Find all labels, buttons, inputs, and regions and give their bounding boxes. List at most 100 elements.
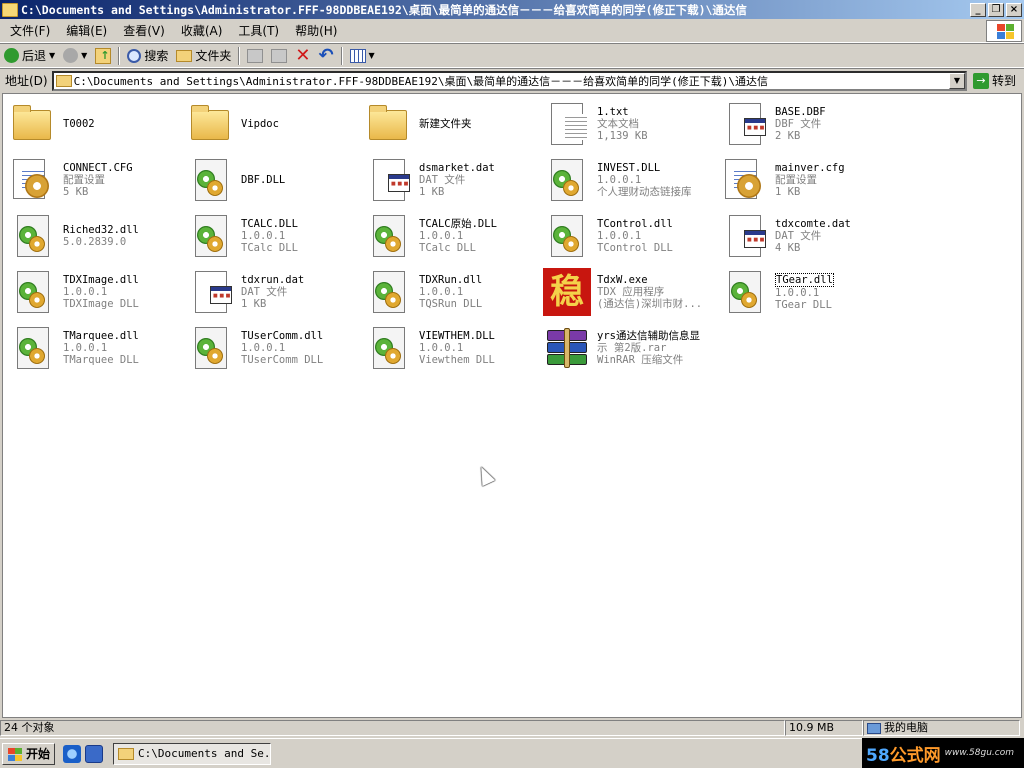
chevron-down-icon[interactable]: ▼ (369, 51, 375, 60)
file-item[interactable]: TCALC原始.DLL 1.0.0.1 TCalc DLL (365, 210, 540, 262)
menu-favorites[interactable]: 收藏(A) (173, 22, 231, 39)
file-list-view[interactable]: T0002 Vipdoc 新建文件夹 1.txt文本文档1,139 KB BASE.DB… (2, 93, 1022, 718)
chevron-down-icon[interactable]: ▼ (81, 51, 87, 60)
windows-logo-icon (986, 20, 1022, 42)
menu-edit[interactable]: 编辑(E) (58, 22, 115, 39)
file-item[interactable]: TGear.dll 1.0.0.1 TGear DLL (721, 266, 896, 318)
title-bar[interactable]: C:\Documents and Settings\Administrator.… (0, 0, 1024, 19)
folder-icon (2, 2, 18, 17)
address-label: 地址(D) (5, 74, 48, 88)
file-item[interactable]: mainver.cfg 配置设置 1 KB (721, 154, 896, 206)
file-name: CONNECT.CFG (63, 162, 133, 174)
back-button[interactable]: 后退 ▼ (0, 45, 59, 67)
views-button[interactable]: ▼ (346, 45, 379, 67)
file-item[interactable]: DBF.DLL (187, 154, 362, 206)
delete-button[interactable]: ✕ (291, 45, 314, 67)
file-detail-1: 1.0.0.1 (241, 230, 286, 242)
file-name: TMarquee.dll (63, 330, 139, 342)
back-label: 后退 (22, 49, 47, 63)
file-item[interactable]: 新建文件夹 (365, 98, 540, 150)
copy-to-icon (271, 48, 288, 63)
file-text: 新建文件夹 (419, 118, 472, 130)
file-icon-wrap (365, 324, 413, 372)
file-item[interactable]: yrs通达信辅助信息显示 第2版.rar WinRAR 压缩文件 (543, 322, 718, 374)
file-detail-1: 配置设置 (63, 174, 105, 186)
file-item[interactable]: 1.txt 文本文档 1,139 KB (543, 98, 718, 150)
start-button[interactable]: 开始 (2, 742, 56, 765)
file-item[interactable]: 稳 TdxW.exe TDX 应用程序 (通达信)深圳市财... (543, 266, 718, 318)
file-text: INVEST.DLL 1.0.0.1 个人理财动态链接库 (597, 162, 692, 198)
file-detail-1: DAT 文件 (241, 286, 288, 298)
status-object-count: 24 个对象 (0, 720, 785, 736)
file-item[interactable]: T0002 (9, 98, 184, 150)
taskbar-window-button[interactable]: C:\Documents and Se... (113, 742, 272, 765)
file-item[interactable]: BASE.DBFDBF 文件2 KB (721, 98, 896, 150)
file-icon-wrap (9, 156, 57, 204)
file-item[interactable]: CONNECT.CFG 配置设置 5 KB (9, 154, 184, 206)
folders-button[interactable]: 文件夹 (172, 45, 235, 67)
address-dropdown-button[interactable]: ▼ (948, 72, 965, 89)
address-input[interactable]: C:\Documents and Settings\Administrator.… (51, 70, 967, 91)
restore-button[interactable]: ❐ (988, 2, 1004, 17)
file-item[interactable]: Riched32.dll 5.0.2839.0 (9, 210, 184, 262)
address-value[interactable]: C:\Documents and Settings\Administrator.… (72, 73, 949, 89)
file-detail-1: 1.0.0.1 (63, 342, 108, 354)
file-item[interactable]: INVEST.DLL 1.0.0.1 个人理财动态链接库 (543, 154, 718, 206)
data-file-icon (373, 159, 410, 201)
menu-view[interactable]: 查看(V) (115, 22, 173, 39)
toolbar-separator (238, 46, 241, 65)
file-text: Riched32.dll 5.0.2839.0 (63, 224, 139, 248)
close-button[interactable]: × (1006, 2, 1022, 17)
file-detail-1: DAT 文件 (419, 174, 466, 186)
file-detail-2: TQSRun DLL (419, 298, 483, 310)
data-file-icon (729, 215, 766, 257)
winrar-archive-icon (547, 328, 587, 368)
watermark-text: 公式网 (889, 745, 941, 766)
minimize-button[interactable]: _ (970, 2, 986, 17)
file-detail-2: 个人理财动态链接库 (597, 186, 692, 198)
file-item[interactable]: TDXImage.dll 1.0.0.1 TDXImage DLL (9, 266, 184, 318)
file-detail-2: 1 KB (419, 186, 445, 198)
file-text: TDXImage.dll 1.0.0.1 TDXImage DLL (63, 274, 139, 310)
file-detail-2: WinRAR 压缩文件 (597, 354, 684, 366)
folder-icon (13, 105, 51, 140)
file-item[interactable]: TControl.dll 1.0.0.1 TControl DLL (543, 210, 718, 262)
file-detail-1: DBF 文件 (775, 118, 822, 130)
file-name: tdxcomte.dat (775, 218, 851, 230)
file-name: TCALC.DLL (241, 218, 298, 230)
file-item[interactable]: tdxrun.datDAT 文件1 KB (187, 266, 362, 318)
media-player-icon[interactable] (85, 744, 104, 763)
up-folder-button[interactable]: ↑ (91, 45, 115, 67)
menu-tools[interactable]: 工具(T) (230, 22, 287, 39)
file-item[interactable]: VIEWTHEM.DLL 1.0.0.1 Viewthem DLL (365, 322, 540, 374)
file-text: T0002 (63, 118, 95, 130)
file-item[interactable]: tdxcomte.datDAT 文件4 KB (721, 210, 896, 262)
file-item[interactable]: dsmarket.datDAT 文件1 KB (365, 154, 540, 206)
go-button[interactable]: → 转到 (971, 72, 1024, 89)
file-icon-wrap (721, 100, 769, 148)
file-text: TGear.dll 1.0.0.1 TGear DLL (775, 273, 834, 311)
file-name: 新建文件夹 (419, 118, 472, 130)
file-icon-wrap (187, 156, 235, 204)
undo-button[interactable]: ↶ (314, 45, 337, 67)
menu-file[interactable]: 文件(F) (2, 22, 58, 39)
search-button[interactable]: 搜索 (123, 45, 172, 67)
file-item[interactable]: TUserComm.dll 1.0.0.1 TUserComm DLL (187, 322, 362, 374)
copy-to-button[interactable] (267, 45, 291, 67)
go-label: 转到 (991, 74, 1016, 88)
file-text: yrs通达信辅助信息显示 第2版.rar WinRAR 压缩文件 (597, 330, 700, 366)
file-item[interactable]: Vipdoc (187, 98, 362, 150)
file-item[interactable]: TCALC.DLL 1.0.0.1 TCalc DLL (187, 210, 362, 262)
internet-explorer-icon[interactable] (63, 744, 82, 763)
toolbar-separator (118, 46, 121, 65)
file-text: BASE.DBF DBF 文件 2 KB (775, 106, 826, 142)
move-to-button[interactable] (243, 45, 267, 67)
menu-help[interactable]: 帮助(H) (287, 22, 345, 39)
folders-label: 文件夹 (195, 49, 232, 63)
file-item[interactable]: TMarquee.dll 1.0.0.1 TMarquee DLL (9, 322, 184, 374)
forward-arrow-icon (63, 48, 79, 63)
chevron-down-icon[interactable]: ▼ (49, 51, 55, 60)
file-item[interactable]: TDXRun.dll 1.0.0.1 TQSRun DLL (365, 266, 540, 318)
forward-button[interactable]: ▼ (59, 45, 91, 67)
file-detail-1: 1.0.0.1 (419, 286, 464, 298)
